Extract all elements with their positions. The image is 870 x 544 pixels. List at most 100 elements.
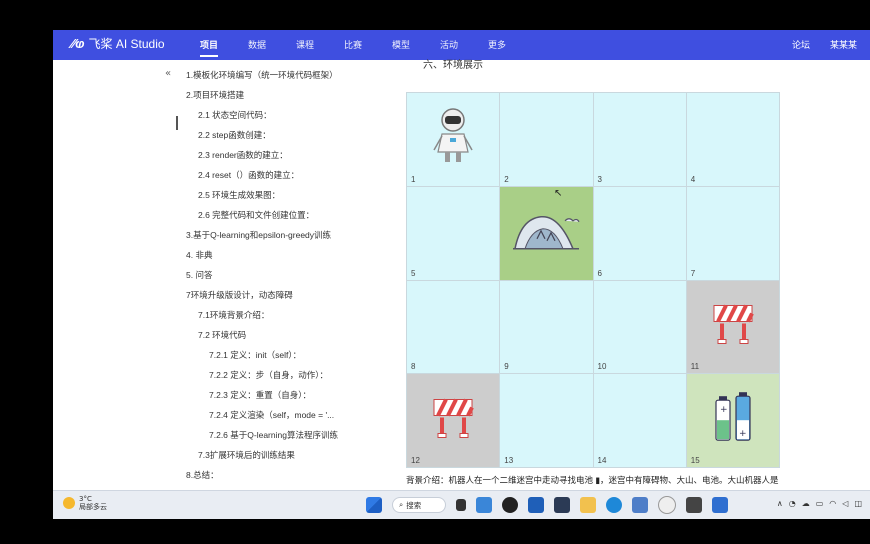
collapse-toc-button[interactable]: «	[165, 68, 171, 79]
toc-item[interactable]: 8.总结：	[186, 469, 219, 481]
toc-item[interactable]: 2.4 reset（）函数的建立：	[198, 169, 299, 181]
toc-item[interactable]: 2.6 完整代码和文件创建位置：	[198, 209, 314, 221]
toc-item[interactable]: 7.2.1 定义：init（self）：	[209, 349, 301, 361]
toc-item[interactable]: 7.2.2 定义：步（自身，动作）：	[209, 369, 328, 381]
cell-number: 6	[597, 268, 602, 278]
cell-number: 7	[690, 268, 696, 278]
volume-icon[interactable]: ◁	[842, 499, 848, 508]
cell-number: 13	[504, 456, 514, 465]
cell-number: 14	[597, 456, 607, 465]
grid-cell: 9	[500, 280, 593, 374]
cell-number: 12	[411, 456, 420, 465]
toc-item[interactable]: 7.2.4 定义渲染（self，mode = '...	[209, 409, 334, 421]
cloud-icon[interactable]: ☁	[802, 499, 810, 508]
search-label: 搜索	[406, 500, 422, 510]
grid-cell-battery: + + 15	[686, 374, 779, 467]
toc-item[interactable]: 2.项目环境搭建	[186, 89, 244, 101]
store-icon[interactable]	[476, 497, 492, 513]
grid-cell: 5	[407, 186, 500, 280]
search-icon: ⌕	[399, 500, 404, 509]
nav-more[interactable]: 更多	[488, 38, 506, 51]
photos-icon[interactable]	[712, 497, 728, 513]
grid-cell-obstacle: 11	[686, 280, 779, 374]
taskbar-apps: ⌕ 搜索	[366, 496, 728, 514]
word-icon[interactable]	[528, 497, 544, 513]
nav-model[interactable]: 模型	[392, 38, 410, 51]
grid-cell: 13	[500, 374, 593, 467]
grid-cell: 10	[593, 280, 686, 374]
notification-icon[interactable]: ◫	[854, 499, 862, 508]
cell-number: 3	[597, 174, 602, 184]
nav-course[interactable]: 课程	[296, 38, 314, 51]
maze-grid: 1 2 3 4 5 6 7 8 9 10 11 12 13 14 + + 15	[406, 92, 780, 468]
cell-number: 9	[504, 362, 509, 372]
notepad-icon[interactable]	[632, 497, 648, 513]
folder-icon[interactable]	[580, 497, 596, 513]
weather-icon	[63, 497, 75, 509]
browser-page: ⁄⁄ⱷ 飞桨 AI Studio 项目 数据 课程 比赛 模型 活动 更多 论坛…	[53, 30, 870, 518]
terminal-icon[interactable]	[554, 497, 570, 513]
taskbar-search[interactable]: ⌕ 搜索	[392, 497, 446, 513]
toc-item[interactable]: 2.5 环境生成效果图：	[198, 189, 280, 201]
barrier-icon	[433, 398, 474, 438]
system-tray: ∧ ◔ ☁ ▭ ◠ ◁ ◫	[777, 499, 862, 508]
toc-item[interactable]: 5. 问答	[186, 269, 212, 281]
weather-widget[interactable]: 3°C 局部多云	[63, 495, 107, 511]
nav-competition[interactable]: 比赛	[344, 38, 362, 51]
logo-text: 飞桨 AI Studio	[88, 37, 165, 51]
grid-cell: 3	[593, 93, 686, 186]
toc-item[interactable]: 7环境升级版设计，动态障碍	[186, 289, 293, 301]
toc-item[interactable]: 7.3扩展环境后的训练结果	[198, 449, 295, 461]
dell-icon[interactable]	[502, 497, 518, 513]
grid-cell-obstacle: 12	[407, 374, 500, 467]
weather-temp: 3°C	[79, 495, 92, 503]
start-icon[interactable]	[366, 497, 382, 513]
weather-desc: 局部多云	[79, 503, 107, 511]
edge-icon[interactable]	[606, 497, 622, 513]
grid-cell: 8	[407, 280, 500, 374]
cell-number: 11	[690, 362, 700, 372]
wifi-icon[interactable]: ◠	[829, 499, 836, 508]
chevron-up-icon[interactable]: ∧	[777, 499, 783, 508]
grid-cell: 6	[593, 186, 686, 280]
cell-number: 8	[411, 362, 416, 372]
grid-cell: 4	[686, 93, 779, 186]
toc-item[interactable]: 3.基于Q-learning和epsilon-greedy训练	[186, 229, 331, 241]
toc-item[interactable]: 7.2.3 定义：重置（自身）：	[209, 389, 311, 401]
windows-taskbar: 3°C 局部多云 ⌕ 搜索 ∧ ◔ ☁ ▭ ◠ ◁ ◫	[53, 490, 870, 519]
cell-number: 2	[504, 174, 509, 184]
user-name[interactable]: 某某某	[830, 38, 857, 51]
battery-icon: + +	[715, 391, 751, 441]
toc-item[interactable]: 7.2 环境代码	[198, 329, 246, 341]
nav-activity[interactable]: 活动	[440, 38, 458, 51]
nav-data[interactable]: 数据	[248, 38, 266, 51]
grid-cell-mountain	[500, 186, 593, 280]
mountain-icon	[513, 216, 580, 250]
settings-icon[interactable]	[658, 496, 676, 514]
grid-cell: 1	[407, 93, 500, 186]
cell-number: 10	[597, 362, 607, 372]
task-view-icon[interactable]	[456, 499, 466, 511]
toc-item[interactable]: 2.2 step函数创建：	[198, 129, 271, 141]
barrier-icon	[713, 304, 754, 344]
battery-tray-icon[interactable]: ▭	[816, 499, 824, 508]
grid-cell: 2	[500, 93, 593, 186]
section-heading: 六、环境展示	[423, 60, 483, 71]
network-icon[interactable]: ◔	[789, 499, 796, 508]
background-description: 背景介绍：机器人在一个二维迷宫中走动寻找电池 ▮，迷宫中有障碍物、大山、电池。大…	[406, 475, 779, 485]
mouse-cursor-icon: ↖	[554, 188, 563, 199]
toc-item[interactable]: 7.2.6 基于Q-learning算法程序训练	[209, 429, 338, 441]
toc-item[interactable]: 7.1环境背景介绍：	[198, 309, 269, 321]
ai-studio-logo[interactable]: ⁄⁄ⱷ 飞桨 AI Studio	[71, 35, 165, 52]
nav-project[interactable]: 项目	[200, 38, 219, 57]
toc-item[interactable]: 2.1 状态空间代码：	[198, 109, 272, 121]
svg-text:+: +	[739, 429, 747, 439]
nav-forum[interactable]: 论坛	[792, 38, 810, 51]
toc-item[interactable]: 4. 非典	[186, 249, 212, 261]
svg-text:+: +	[720, 405, 728, 415]
toc-item[interactable]: 2.3 render函数的建立：	[198, 149, 288, 161]
toc-item[interactable]: 1.模板化环境编写（统一环境代码框架）	[186, 69, 338, 81]
cell-number: 5	[411, 268, 416, 278]
grid-cell: 7	[686, 186, 779, 280]
app-icon[interactable]	[686, 497, 702, 513]
